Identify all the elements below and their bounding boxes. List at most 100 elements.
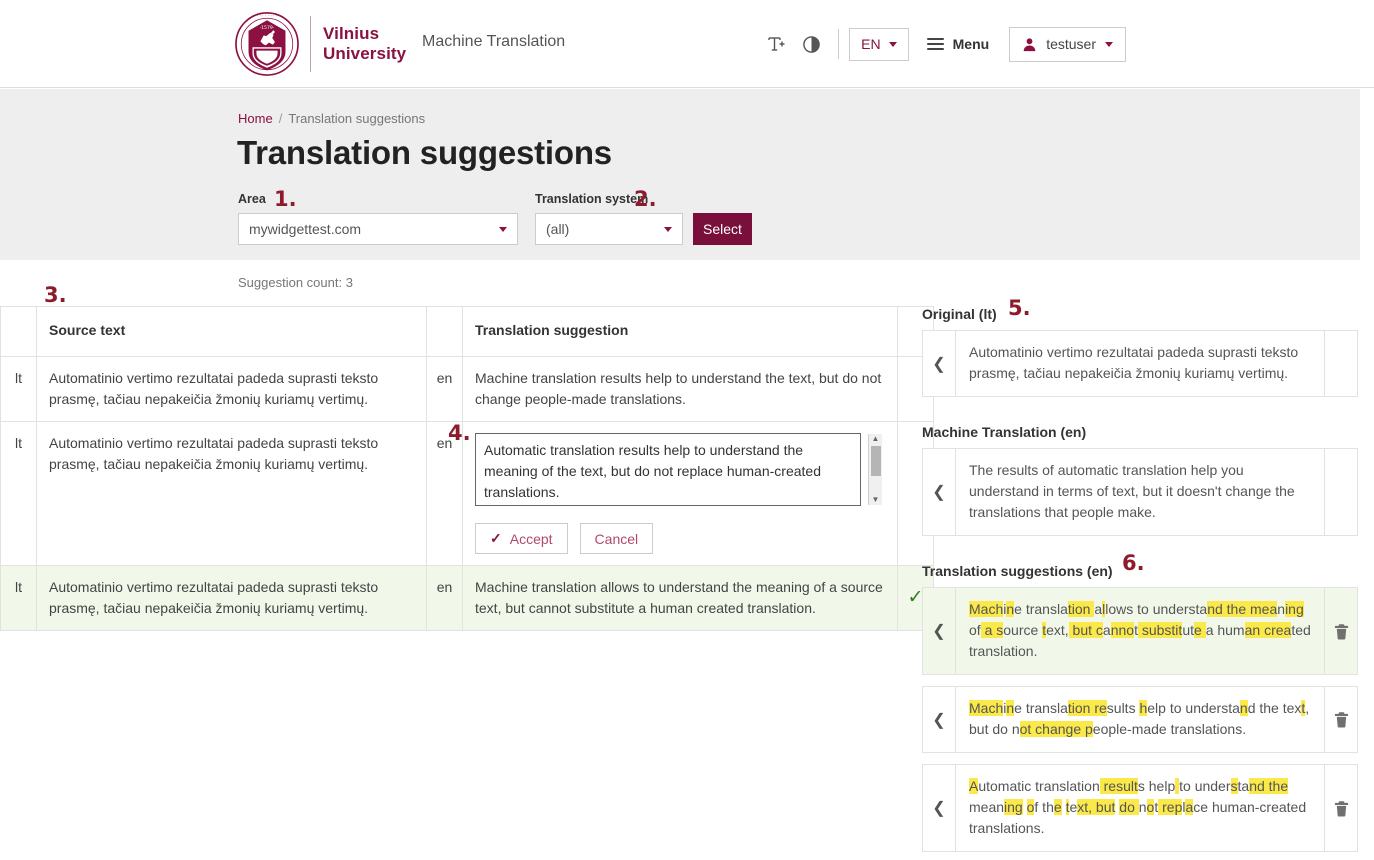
language-selector[interactable]: EN <box>849 27 909 61</box>
breadcrumb: Home / Translation suggestions <box>238 111 425 126</box>
university-crest-icon: ·1579· · · · · · · · · · · · · <box>235 12 299 76</box>
machine-card-actions <box>1324 449 1357 535</box>
logo-line-2: University <box>323 44 407 63</box>
cell-suggestion[interactable]: Machine translation allows to understand… <box>462 565 898 631</box>
original-section: Original (lt) ❮ Automatinio vertimo rezu… <box>922 306 1360 397</box>
translation-system-label: Translation system <box>535 192 649 206</box>
suggestion-text-highlighted: Automatic translation results help to un… <box>969 778 1307 836</box>
area-label: Area <box>238 192 266 206</box>
delete-suggestion-button[interactable] <box>1324 687 1357 752</box>
chevron-down-icon <box>499 226 507 232</box>
cancel-button[interactable]: Cancel <box>579 523 654 554</box>
annotation-2: 2. <box>634 187 657 211</box>
cell-source-lang: lt <box>0 356 37 422</box>
header-actions: EN Menu testuser <box>760 26 1126 62</box>
area-select[interactable]: mywidgettest.com <box>238 213 518 245</box>
logo-wordmark: Vilnius University <box>323 24 406 64</box>
translation-suggestions-section: Translation suggestions (en) ❮ Machine t… <box>922 563 1360 852</box>
machine-translation-label: Machine Translation (en) <box>922 424 1087 440</box>
th-translation-suggestion: Translation suggestion <box>462 306 898 357</box>
breadcrumb-current: Translation suggestions <box>288 111 426 126</box>
original-card-actions <box>1324 331 1357 396</box>
app-title: Machine Translation <box>422 33 566 50</box>
chevron-down-icon <box>664 226 672 232</box>
hamburger-icon <box>926 38 944 50</box>
th-source-lang <box>0 306 37 357</box>
suggestion-text-highlighted: Machine translation allows to understand… <box>969 601 1311 659</box>
user-icon <box>1022 37 1037 52</box>
suggestions-table: Source text Translation suggestion lt Au… <box>0 306 934 631</box>
annotation-6: 6. <box>1122 551 1145 575</box>
trash-icon <box>1334 623 1348 639</box>
table-header-row: Source text Translation suggestion <box>0 306 934 357</box>
table-row-accepted[interactable]: lt Automatinio vertimo rezultatai padeda… <box>0 565 934 631</box>
th-source-text: Source text <box>36 306 427 357</box>
page-title: Translation suggestions <box>237 134 612 171</box>
annotation-5: 5. <box>1008 296 1031 320</box>
annotation-4: 4. <box>448 421 471 445</box>
apply-left-arrow-icon[interactable]: ❮ <box>923 588 956 674</box>
check-icon: ✓ <box>490 530 502 546</box>
table-row[interactable]: lt Automatinio vertimo rezultatai padeda… <box>0 356 934 422</box>
vilnius-university-logo[interactable]: ·1579· · · · · · · · · · · · · Vilnius U… <box>234 12 406 76</box>
svg-text:· · · · · · · · · · · ·: · · · · · · · · · · · · <box>252 13 283 18</box>
logo-line-1: Vilnius <box>323 24 380 43</box>
cell-source-lang: lt <box>0 565 37 631</box>
translation-system-select[interactable]: (all) <box>535 213 683 245</box>
chevron-down-icon <box>888 41 897 47</box>
app-page: ·1579· · · · · · · · · · · · · Vilnius U… <box>0 0 1374 860</box>
svg-text:·1579·: ·1579· <box>260 25 275 31</box>
apply-left-arrow-icon[interactable]: ❮ <box>923 687 956 752</box>
page-scrollbar[interactable] <box>1360 89 1374 860</box>
suggestion-text-highlighted: Machine translation results help to unde… <box>969 700 1310 737</box>
machine-translation-text: The results of automatic translation hel… <box>969 462 1295 520</box>
font-size-icon[interactable] <box>760 27 794 61</box>
contrast-icon[interactable] <box>794 27 828 61</box>
suggestion-textarea[interactable] <box>475 433 861 506</box>
editor-buttons: ✓ Accept Cancel <box>475 523 883 554</box>
breadcrumb-home-link[interactable]: Home <box>238 111 273 126</box>
trash-icon <box>1334 712 1348 728</box>
header-divider <box>838 29 840 59</box>
select-button[interactable]: Select <box>693 213 752 245</box>
th-target-lang <box>426 306 463 357</box>
scroll-down-icon[interactable]: ▼ <box>872 495 880 505</box>
cell-target-lang: en <box>426 565 463 631</box>
language-label: EN <box>861 36 881 52</box>
suggestion-card: ❮ Machine translation results help to un… <box>922 686 1358 753</box>
cell-source-text: Automatinio vertimo rezultatai padeda su… <box>36 565 427 631</box>
apply-left-arrow-icon[interactable]: ❮ <box>923 449 956 535</box>
apply-left-arrow-icon[interactable]: ❮ <box>923 765 956 851</box>
area-select-value: mywidgettest.com <box>249 221 362 237</box>
site-header: ·1579· · · · · · · · · · · · · Vilnius U… <box>0 0 1374 88</box>
menu-button[interactable]: Menu <box>926 36 990 52</box>
machine-translation-section: Machine Translation (en) ❮ The results o… <box>922 424 1360 536</box>
cell-target-lang: en <box>426 356 463 422</box>
cell-source-text: Automatinio vertimo rezultatai padeda su… <box>36 356 427 422</box>
suggestion-count: Suggestion count: 3 <box>238 275 353 290</box>
chevron-down-icon <box>1105 41 1113 47</box>
cancel-label: Cancel <box>594 530 639 547</box>
cell-suggestion-editor[interactable]: ▲ ▼ ✓ Accept Cancel <box>462 421 898 566</box>
scroll-up-icon[interactable]: ▲ <box>872 434 880 444</box>
annotation-1: 1. <box>274 187 297 211</box>
accept-label: Accept <box>509 530 553 547</box>
cell-source-text: Automatinio vertimo rezultatai padeda su… <box>36 421 427 566</box>
accept-button[interactable]: ✓ Accept <box>475 523 568 554</box>
cell-suggestion[interactable]: Machine translation results help to unde… <box>462 356 898 422</box>
annotation-3: 3. <box>44 283 67 307</box>
user-menu-button[interactable]: testuser <box>1009 26 1126 62</box>
user-name-label: testuser <box>1046 36 1096 52</box>
original-card: ❮ Automatinio vertimo rezultatai padeda … <box>922 330 1358 397</box>
delete-suggestion-button[interactable] <box>1324 588 1357 674</box>
textarea-wrapper: ▲ ▼ <box>475 433 883 512</box>
logo-divider <box>310 16 311 72</box>
scrollbar-thumb[interactable] <box>871 446 881 476</box>
original-label: Original (lt) <box>922 306 997 322</box>
cell-source-lang: lt <box>0 421 37 566</box>
textarea-scrollbar[interactable]: ▲ ▼ <box>868 434 882 505</box>
menu-label: Menu <box>952 36 990 52</box>
delete-suggestion-button[interactable] <box>1324 765 1357 851</box>
breadcrumb-separator: / <box>278 111 283 126</box>
apply-left-arrow-icon[interactable]: ❮ <box>923 331 956 396</box>
